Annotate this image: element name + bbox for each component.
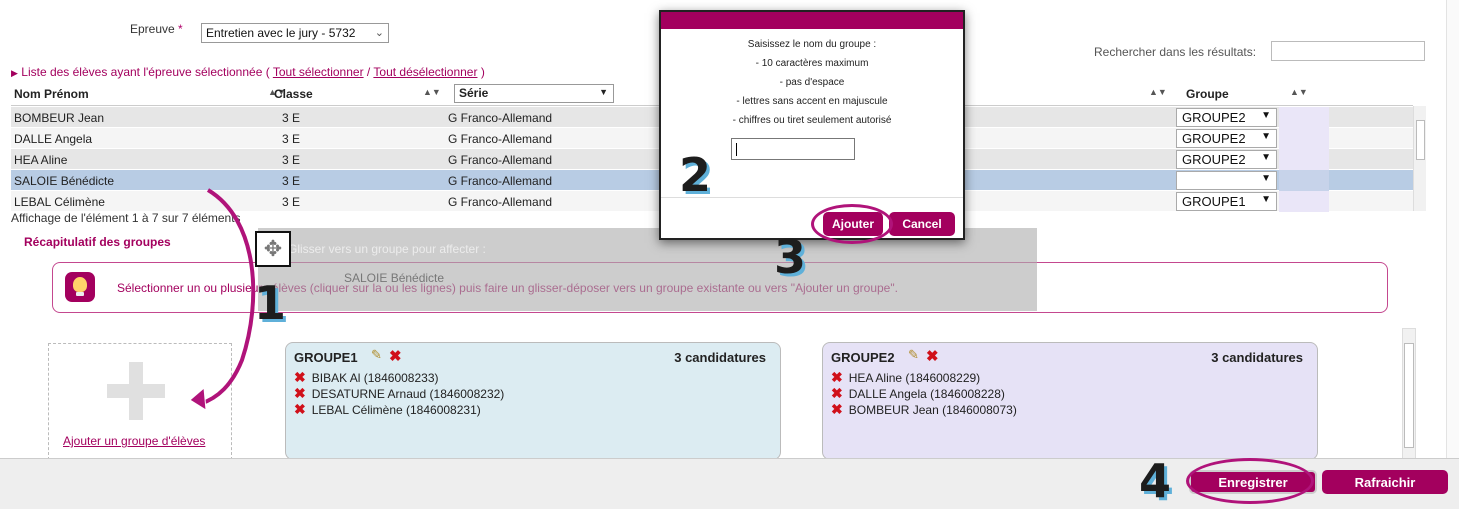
highlight-ring	[811, 204, 893, 244]
step-number: 1	[254, 276, 287, 330]
annotation-layer	[189, 188, 256, 411]
step-number: 3	[774, 230, 807, 284]
step-number: 4	[1139, 454, 1172, 508]
drag-arrow	[199, 188, 256, 406]
step-number: 2	[679, 148, 712, 202]
highlight-ring	[1186, 458, 1314, 504]
drag-arrow-head	[189, 386, 207, 411]
